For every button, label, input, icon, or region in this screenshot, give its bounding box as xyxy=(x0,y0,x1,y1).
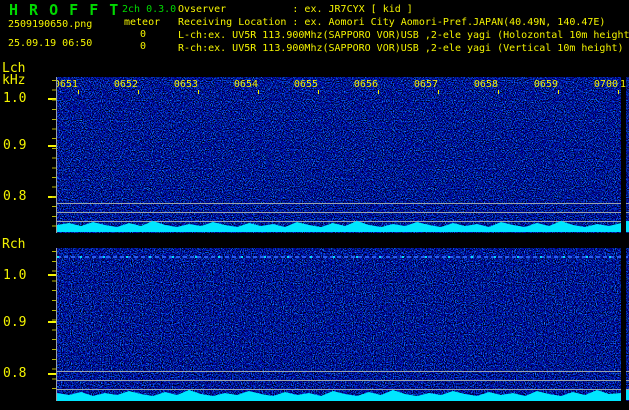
app-title: H R O F F T xyxy=(9,1,120,19)
time-axis-label: 0700 xyxy=(593,79,618,90)
rch-freq-tick-0_8: 0.8 xyxy=(3,366,27,381)
lch-edge-gap xyxy=(621,77,626,233)
mode-label: meteor xyxy=(124,17,161,28)
lch-khz-unit-label: kHz xyxy=(2,73,26,88)
rch-freq-tick-0_9: 0.9 xyxy=(3,315,27,330)
rch-reference-line xyxy=(57,380,629,381)
time-axis-label: 0652 xyxy=(113,79,138,90)
time-axis-label: 0659 xyxy=(533,79,558,90)
datetime-label: 25.09.19 06:50 xyxy=(8,38,93,49)
rch-rx-info-line: R-ch:ex. UV5R 113.900Mhz(SAPPORO VOR)USB… xyxy=(178,43,624,54)
time-axis-label: 0658 xyxy=(473,79,498,90)
time-tick-marks xyxy=(78,90,620,94)
lch-reference-line xyxy=(57,203,629,204)
time-axis-label: 0655 xyxy=(293,79,318,90)
rch-carrier-band xyxy=(57,390,621,401)
observer-info-line: Ovserver : ex. JR7CYX [ kid ] xyxy=(178,4,413,15)
time-axis-label: 0656 xyxy=(353,79,378,90)
location-info-line: Receiving Location : ex. Aomori City Aom… xyxy=(178,17,606,28)
time-axis-label: 0657 xyxy=(413,79,438,90)
rch-edge-gap xyxy=(621,248,626,401)
time-axis-edge-label: 1 xyxy=(620,80,627,90)
rch-channel-label: Rch xyxy=(2,237,26,252)
rch-freq-tick-1_0: 1.0 xyxy=(3,268,27,283)
lch-rx-info-line: L-ch:ex. UV5R 113.900Mhz(SAPPORO VOR)USB… xyxy=(178,30,629,41)
time-axis-label: 0651 xyxy=(57,79,78,90)
lch-spectrogram: 0651 0652 0653 0654 0655 0656 0657 0658 … xyxy=(57,77,629,233)
lch-freq-tick-1_0: 1.0 xyxy=(3,91,27,106)
meteor-count-lch: 0 xyxy=(139,29,146,40)
rch-spectrogram xyxy=(57,248,629,401)
lch-noise-texture xyxy=(57,77,621,233)
rch-reference-line xyxy=(57,371,629,372)
rch-dashed-signal-line xyxy=(57,256,629,258)
lch-freq-tick-0_8: 0.8 xyxy=(3,189,27,204)
rch-noise-texture xyxy=(57,248,621,401)
filename-label: 2509190650.png xyxy=(8,19,93,30)
time-axis-label: 0654 xyxy=(233,79,258,90)
version-label: 2ch 0.3.0 xyxy=(122,4,177,15)
time-axis-label: 0653 xyxy=(173,79,198,90)
meteor-count-rch: 0 xyxy=(139,41,146,52)
hrofft-window: H R O F F T 2ch 0.3.0 2509190650.png met… xyxy=(0,0,629,410)
lch-reference-line xyxy=(57,212,629,213)
lch-carrier-band xyxy=(57,221,621,232)
lch-freq-tick-0_9: 0.9 xyxy=(3,138,27,153)
